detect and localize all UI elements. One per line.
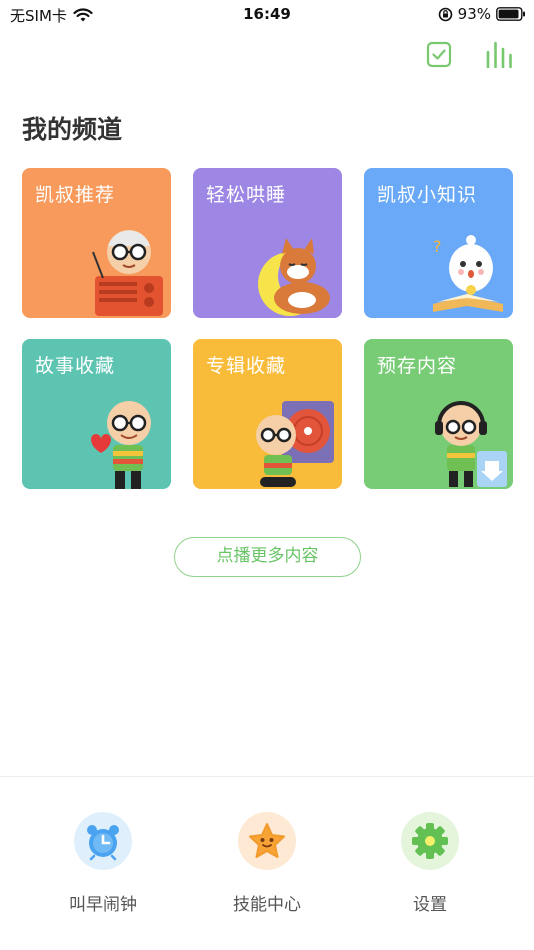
- status-right: 93%: [438, 5, 526, 23]
- check-square-icon: [426, 41, 452, 68]
- channel-card-title: 凯叔推荐: [35, 184, 116, 206]
- channel-card-story-favorites[interactable]: 故事收藏: [22, 339, 171, 489]
- uncle-record-illustration: [256, 401, 334, 487]
- bars-icon: [486, 41, 512, 68]
- header-actions: [424, 38, 514, 70]
- channel-card-title: 轻松哄睡: [206, 184, 287, 206]
- playing-button[interactable]: [484, 38, 514, 70]
- status-bar: 无SIM卡 16:49 93%: [0, 0, 534, 30]
- more-content-button[interactable]: 点播更多内容: [174, 537, 361, 577]
- uncle-headphones-illustration: [435, 401, 507, 487]
- channel-card-recommend[interactable]: 凯叔推荐: [22, 168, 171, 318]
- orientation-lock-icon: [438, 7, 452, 21]
- section-title: 我的频道: [22, 115, 123, 144]
- tab-skills[interactable]: 技能中心: [207, 812, 327, 915]
- checkin-button[interactable]: [424, 38, 454, 70]
- tab-icon-circle: [74, 812, 132, 870]
- channel-card-title: 故事收藏: [35, 355, 116, 377]
- channel-card-title: 凯叔小知识: [377, 184, 478, 206]
- tab-icon-circle: [238, 812, 296, 870]
- gear-icon: [412, 823, 448, 859]
- uncle-radio-illustration: [92, 230, 163, 316]
- tab-alarm[interactable]: 叫早闹钟: [43, 812, 163, 915]
- channel-card-knowledge[interactable]: 凯叔小知识 ?: [364, 168, 513, 318]
- cat-moon-illustration: [258, 238, 334, 316]
- battery-icon: [496, 7, 525, 21]
- alarm-clock-icon: [87, 825, 119, 861]
- tab-label: 设置: [413, 895, 447, 915]
- uncle-heart-illustration: [91, 401, 151, 489]
- svg-text:?: ?: [433, 237, 442, 256]
- ghost-book-illustration: ?: [433, 235, 503, 312]
- channel-card-title: 专辑收藏: [206, 355, 287, 377]
- battery-percent: 93%: [457, 5, 491, 23]
- tab-label: 技能中心: [233, 895, 301, 915]
- tab-icon-circle: [401, 812, 459, 870]
- star-icon: [249, 823, 285, 858]
- tab-settings[interactable]: 设置: [370, 812, 490, 915]
- bottom-divider: [0, 776, 534, 777]
- channel-card-title: 预存内容: [377, 355, 458, 377]
- channel-card-sleep[interactable]: 轻松哄睡: [193, 168, 342, 318]
- tab-label: 叫早闹钟: [69, 895, 137, 915]
- channel-card-album-favorites[interactable]: 专辑收藏: [193, 339, 342, 489]
- channel-card-downloads[interactable]: 预存内容: [364, 339, 513, 489]
